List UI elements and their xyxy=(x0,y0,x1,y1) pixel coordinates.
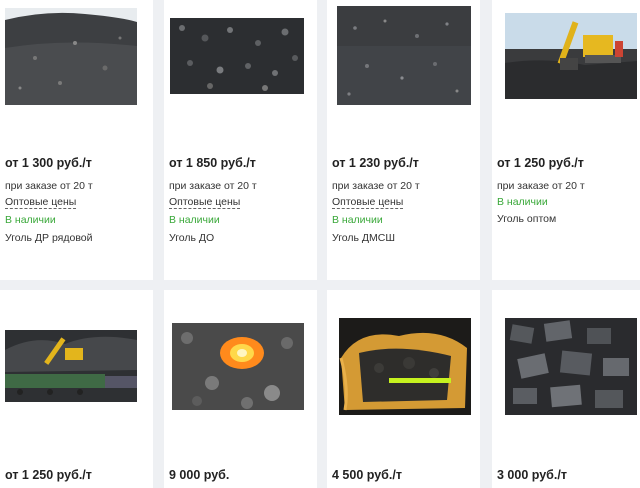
product-card[interactable]: от 1 250 руб./т при заказе от 20 т В нал… xyxy=(492,0,640,280)
product-price: от 1 230 руб./т xyxy=(332,156,419,170)
stock-status: В наличии xyxy=(332,214,383,226)
product-card[interactable]: от 1 850 руб./т при заказе от 20 т Оптов… xyxy=(164,0,317,280)
product-image-burning-coal[interactable] xyxy=(172,323,304,410)
product-image-coal-lumps[interactable] xyxy=(505,318,637,415)
product-price: от 1 300 руб./т xyxy=(5,156,92,170)
product-card[interactable]: 3 000 руб./т xyxy=(492,290,640,488)
product-image-coal-fines[interactable] xyxy=(337,6,471,105)
product-name[interactable]: Уголь ДМСШ xyxy=(332,232,395,244)
stock-status: В наличии xyxy=(5,214,56,226)
product-price: от 1 250 руб./т xyxy=(497,156,584,170)
product-card[interactable]: 4 500 руб./т xyxy=(327,290,480,488)
product-price: 4 500 руб./т xyxy=(332,468,402,482)
product-price: 3 000 руб./т xyxy=(497,468,567,482)
product-price: 9 000 руб. xyxy=(169,468,230,482)
product-name[interactable]: Уголь оптом xyxy=(497,213,556,225)
stock-status: В наличии xyxy=(169,214,220,226)
order-condition: при заказе от 20 т xyxy=(5,180,93,192)
product-card[interactable]: от 1 300 руб./т при заказе от 20 т Оптов… xyxy=(0,0,153,280)
wholesale-prices-link[interactable]: Оптовые цены xyxy=(5,196,77,209)
product-image-coal-nuts[interactable] xyxy=(170,18,304,94)
order-condition: при заказе от 20 т xyxy=(497,180,585,192)
wholesale-prices-link[interactable]: Оптовые цены xyxy=(169,196,241,209)
product-image-coal-heap[interactable] xyxy=(5,8,137,105)
product-image-coal-bag[interactable] xyxy=(339,318,471,415)
product-card[interactable]: от 1 230 руб./т при заказе от 20 т Оптов… xyxy=(327,0,480,280)
product-price: от 1 850 руб./т xyxy=(169,156,256,170)
product-card[interactable]: от 1 250 руб./т xyxy=(0,290,153,488)
stock-status: В наличии xyxy=(497,196,548,208)
product-card[interactable]: 9 000 руб. xyxy=(164,290,317,488)
order-condition: при заказе от 20 т xyxy=(332,180,420,192)
product-image-excavator[interactable] xyxy=(505,13,637,99)
product-image-loading-railcar[interactable] xyxy=(5,330,137,402)
wholesale-prices-link[interactable]: Оптовые цены xyxy=(332,196,404,209)
product-name[interactable]: Уголь ДР рядовой xyxy=(5,232,93,244)
order-condition: при заказе от 20 т xyxy=(169,180,257,192)
product-price: от 1 250 руб./т xyxy=(5,468,92,482)
product-name[interactable]: Уголь ДО xyxy=(169,232,214,244)
